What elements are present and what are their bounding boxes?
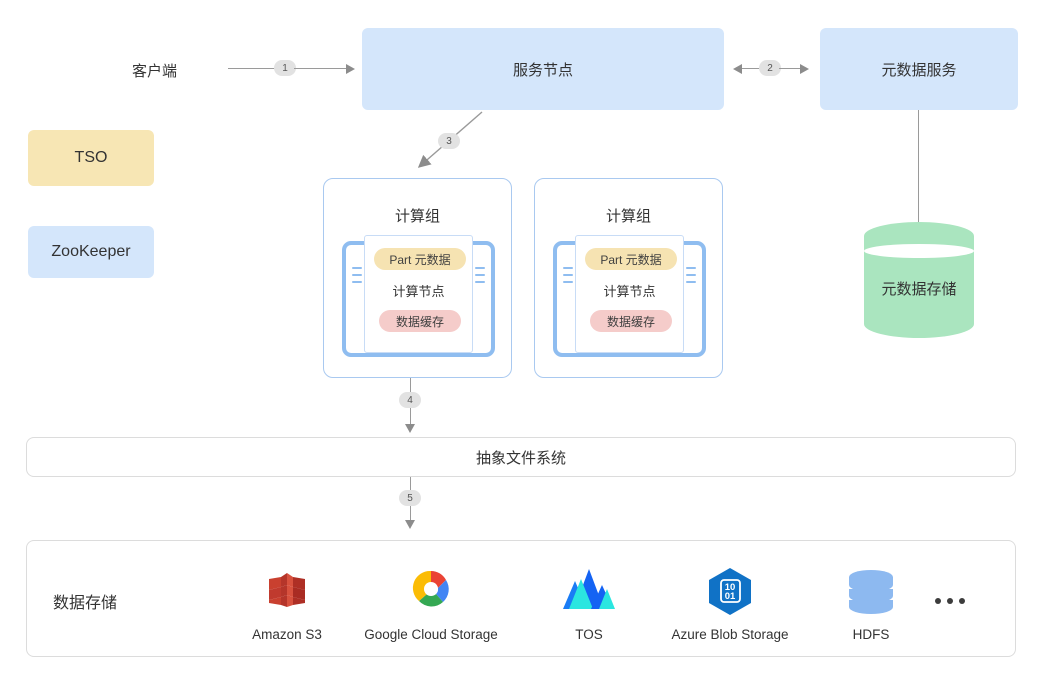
- hdfs-icon: [842, 563, 900, 619]
- azure-blob-storage-icon: 10 01: [701, 563, 759, 619]
- connector-2-arrowhead-right: [800, 63, 809, 74]
- part-metadata-pill-1: Part 元数据: [374, 248, 466, 270]
- more-providers-ellipsis: [935, 598, 965, 604]
- connector-metadata-line: [918, 110, 920, 232]
- amazon-s3-icon: [261, 563, 313, 619]
- metadata-storage-cylinder[interactable]: 元数据存储: [864, 222, 974, 338]
- storage-provider-name: Google Cloud Storage: [364, 627, 498, 642]
- tso-box[interactable]: TSO: [28, 130, 154, 186]
- storage-provider-hdfs[interactable]: HDFS: [817, 563, 925, 642]
- stack-tick: [686, 274, 696, 276]
- compute-node-card-2[interactable]: Part 元数据 计算节点 数据缓存: [575, 235, 684, 353]
- stack-tick: [475, 274, 485, 276]
- compute-node-title-1: 计算节点: [392, 284, 445, 299]
- service-node-box[interactable]: 服务节点: [362, 28, 724, 110]
- data-cache-pill-1: 数据缓存: [379, 310, 461, 332]
- storage-provider-name: HDFS: [852, 627, 890, 642]
- data-cache-pill-2: 数据缓存: [590, 310, 672, 332]
- flow-badge-1: 1: [274, 60, 296, 76]
- compute-group-1[interactable]: 计算组 Part 元数据 计算节点 数据缓存: [323, 178, 512, 378]
- data-storage-panel[interactable]: 数据存储 Amazon S3 Google Cloud Storage TOS …: [26, 540, 1016, 657]
- stack-tick: [352, 267, 362, 269]
- connector-5-line-top: [410, 477, 412, 491]
- svg-text:01: 01: [725, 591, 736, 602]
- flow-badge-4: 4: [399, 392, 421, 408]
- stack-tick: [563, 267, 573, 269]
- tso-label: TSO: [74, 149, 108, 166]
- part-metadata-pill-2: Part 元数据: [585, 248, 677, 270]
- compute-group-2[interactable]: 计算组 Part 元数据 计算节点 数据缓存: [534, 178, 723, 378]
- connector-1-line-left: [228, 68, 278, 70]
- connector-5-arrowhead: [405, 520, 415, 529]
- connector-1-arrowhead: [346, 63, 355, 74]
- cylinder-bottom: [864, 310, 974, 338]
- stack-tick: [475, 281, 485, 283]
- stack-tick: [563, 274, 573, 276]
- compute-node-stack-2: Part 元数据 计算节点 数据缓存: [553, 235, 706, 357]
- storage-provider-azure-blob-storage[interactable]: 10 01 Azure Blob Storage: [647, 563, 813, 642]
- google-cloud-storage-icon: [402, 563, 460, 619]
- tos-icon: [557, 563, 621, 619]
- flow-badge-3: 3: [438, 133, 460, 149]
- metadata-service-label: 元数据服务: [881, 61, 957, 79]
- flow-badge-5: 5: [399, 490, 421, 506]
- metadata-storage-label: 元数据存储: [881, 281, 957, 298]
- service-node-label: 服务节点: [512, 61, 573, 79]
- compute-node-stack-1: Part 元数据 计算节点 数据缓存: [342, 235, 495, 357]
- client-label: 客户端: [132, 63, 178, 80]
- compute-group-2-title: 计算组: [605, 208, 651, 225]
- connector-4-arrowhead: [405, 424, 415, 433]
- stack-tick: [352, 274, 362, 276]
- compute-node-card-1[interactable]: Part 元数据 计算节点 数据缓存: [364, 235, 473, 353]
- stack-tick: [686, 267, 696, 269]
- zookeeper-box[interactable]: ZooKeeper: [28, 226, 154, 278]
- abstract-filesystem-panel[interactable]: 抽象文件系统: [26, 437, 1016, 477]
- storage-provider-name: Amazon S3: [252, 627, 322, 642]
- storage-provider-amazon-s3[interactable]: Amazon S3: [223, 563, 351, 642]
- zookeeper-label: ZooKeeper: [51, 243, 131, 260]
- compute-node-title-2: 计算节点: [603, 284, 656, 299]
- flow-badge-2: 2: [759, 60, 781, 76]
- abstract-filesystem-label: 抽象文件系统: [475, 449, 566, 467]
- storage-provider-tos[interactable]: TOS: [525, 563, 653, 642]
- storage-provider-google-cloud-storage[interactable]: Google Cloud Storage: [349, 563, 513, 642]
- stack-tick: [686, 281, 696, 283]
- stack-tick: [563, 281, 573, 283]
- cylinder-band: [864, 244, 974, 258]
- connector-2-line-right: [779, 68, 800, 70]
- data-storage-label: 数据存储: [53, 595, 118, 612]
- connector-2-arrowhead-left: [733, 63, 742, 74]
- metadata-service-box[interactable]: 元数据服务: [820, 28, 1018, 110]
- stack-tick: [352, 281, 362, 283]
- compute-group-1-title: 计算组: [394, 208, 440, 225]
- architecture-diagram: 客户端 1 服务节点 2 元数据服务 TSO ZooKeeper 3 计算组 P…: [0, 0, 1042, 682]
- storage-provider-name: TOS: [575, 627, 603, 642]
- connector-1-line-right: [294, 68, 346, 70]
- storage-provider-name: Azure Blob Storage: [671, 627, 789, 642]
- stack-tick: [475, 267, 485, 269]
